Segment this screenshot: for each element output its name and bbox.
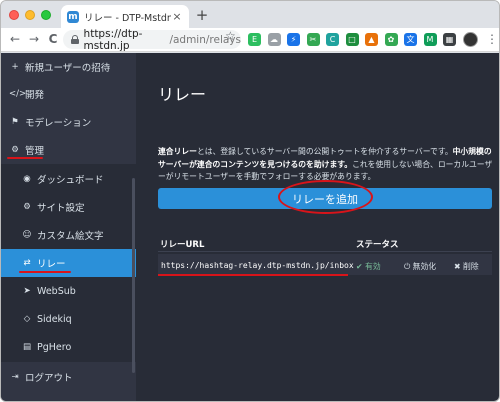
reload-button[interactable]: C [45,31,61,47]
url-host: https://dtp-mstdn.jp [83,27,143,52]
sidebar-item-site-settings[interactable]: ⚙ サイト設定 [1,193,136,221]
sidebar-item-custom-emojis[interactable]: ☺ カスタム絵文字 [1,221,136,249]
cloud-extension-icon[interactable]: ☁ [267,33,281,46]
tool-extension-icon[interactable]: ✂ [306,33,320,46]
leaf-extension-icon[interactable]: ✿ [384,33,398,46]
mastodon-favicon-icon: m [67,10,79,23]
browser-menu-icon[interactable]: ⋮ [486,32,498,46]
admin-page: + 新規ユーザーの招待 </> 開発 ⚑ モデレーション ⚙ 管理 ◉ ダッシュ… [1,53,499,401]
sidebar-item-label: 新規ユーザーの招待 [25,63,111,74]
m-extension-icon[interactable]: M [423,33,437,46]
back-button[interactable]: ← [7,31,23,47]
sidebar-item-label: モデレーション [25,118,92,129]
relay-url-cell: https://hashtag-relay.dtp-mstdn.jp/inbox [161,261,354,270]
sidebar-item-logout[interactable]: ⇥ ログアウト [1,363,136,391]
lock-icon [71,35,79,44]
database-icon: ▤ [22,342,32,352]
sidebar: + 新規ユーザーの招待 </> 開発 ⚑ モデレーション ⚙ 管理 ◉ ダッシュ… [1,53,136,401]
relay-status-badge: ✔ 有効 [356,261,381,272]
box-extension-icon[interactable]: □ [345,33,359,46]
forward-button[interactable]: → [26,31,42,47]
relay-description: 連合リレーとは、登録しているサーバー間の公開トゥートを仲介するサーバーです。中小… [158,146,493,184]
desc-text: とは、登録しているサーバー間の公開トゥートを仲介するサーバーです。 [196,147,453,156]
user-plus-icon: + [11,62,19,72]
cog-icon: ⚙ [23,202,31,212]
sidebar-item-label: カスタム絵文字 [37,231,104,242]
sidebar-item-label: 開発 [25,90,45,101]
sidebar-item-label: 管理 [25,146,45,157]
tab-active[interactable]: m リレー - DTP-Mstdn.jp × [61,5,189,28]
delete-label: 削除 [463,262,479,271]
main-content: リレー 連合リレーとは、登録しているサーバー間の公開トゥートを仲介するサーバーで… [136,53,499,401]
power-icon: ⏻ [404,262,411,271]
address-bar[interactable]: https://dtp-mstdn.jp/admin/relays [63,27,241,52]
paper-plane-icon: ➤ [23,286,31,296]
profile-avatar[interactable] [463,32,478,47]
flag-icon: ⚑ [11,117,19,127]
cogs-icon: ⚙ [11,145,19,155]
disable-label: 無効化 [412,262,437,271]
browser-toolbar: ← → C https://dtp-mstdn.jp/admin/relays … [1,27,499,52]
sidebar-item-sidekiq[interactable]: ◇ Sidekiq [1,305,136,333]
grid-extension-icon[interactable]: ▦ [443,33,456,46]
sidebar-item-label: リレー [37,259,66,270]
sidebar-item-websub[interactable]: ➤ WebSub [1,277,136,305]
annotation-underline-url [158,274,348,276]
dashboard-icon: ◉ [23,174,31,184]
desc-bold-term: 連合リレー [158,147,197,156]
status-label: 有効 [365,262,381,271]
page-title: リレー [158,85,207,104]
smile-icon: ☺ [22,230,32,240]
sidebar-item-invite[interactable]: + 新規ユーザーの招待 [1,53,136,81]
sidebar-item-pghero[interactable]: ▤ PgHero [1,333,136,361]
close-window-button[interactable] [9,10,19,20]
bolt-extension-icon[interactable]: ⚡ [287,33,300,46]
exchange-icon: ⇄ [23,258,31,268]
maximize-window-button[interactable] [41,10,51,20]
annotation-underline-relays [19,271,71,273]
c-extension-icon[interactable]: C [326,33,339,46]
table-header-divider [158,251,492,252]
disable-relay-link[interactable]: ⏻ 無効化 [404,261,436,272]
sidebar-item-development[interactable]: </> 開発 [1,80,136,108]
delete-relay-link[interactable]: ✖ 削除 [454,261,479,272]
delete-icon: ✖ [454,262,461,271]
evernote-extension-icon[interactable]: E [248,33,261,46]
tab-close-icon[interactable]: × [171,10,183,23]
tab-bar: m リレー - DTP-Mstdn.jp × + [1,1,499,28]
annotation-underline-admin [7,157,43,159]
sidebar-item-label: Sidekiq [37,313,72,325]
browser-window: m リレー - DTP-Mstdn.jp × + ← → C https://d… [0,0,500,402]
sidebar-item-label: ログアウト [25,373,73,384]
translate-extension-icon[interactable]: 文 [404,33,417,46]
sidebar-item-moderation[interactable]: ⚑ モデレーション [1,108,136,136]
sidebar-item-administration[interactable]: ⚙ 管理 [1,136,136,164]
sidebar-item-label: ダッシュボード [37,175,104,186]
minimize-window-button[interactable] [25,10,35,20]
tab-title: リレー - DTP-Mstdn.jp [84,12,171,24]
sign-out-icon: ⇥ [11,372,19,382]
window-controls [9,10,51,20]
bookmark-star-icon[interactable]: ☆ [225,29,236,43]
rocket-extension-icon[interactable]: ▲ [365,33,378,46]
sidebar-item-label: サイト設定 [37,203,85,214]
new-tab-button[interactable]: + [194,6,210,24]
annotation-circle-add-button [278,180,373,214]
check-icon: ✔ [356,262,363,271]
sidebar-item-dashboard[interactable]: ◉ ダッシュボード [1,165,136,193]
diamond-icon: ◇ [23,314,31,324]
code-icon: </> [9,89,27,99]
column-header-relay-url: リレーURL [160,240,205,250]
sidebar-item-label: WebSub [37,285,76,297]
sidebar-item-label: PgHero [37,341,72,353]
sidebar-scrollbar[interactable] [132,178,135,373]
column-header-status: ステータス [356,240,399,250]
